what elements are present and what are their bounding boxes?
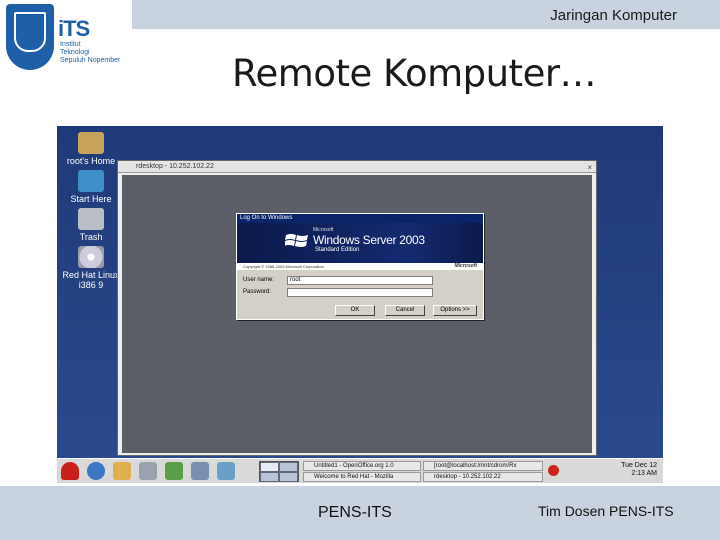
workspace-3[interactable] [260, 472, 279, 482]
rdesktop-titlebar[interactable]: rdesktop - 10.252.102.22 × [118, 161, 596, 173]
rdesktop-title: rdesktop - 10.252.102.22 [136, 163, 214, 170]
product-edition: Standard Edition [315, 247, 360, 253]
slide-page: iTS Institut Teknologi Sepuluh Nopember … [0, 0, 720, 540]
cancel-button[interactable]: Cancel [385, 305, 425, 316]
slide-title: Remote Komputer… [232, 52, 597, 95]
windows-server-banner: Microsoft Windows Server 2003 Standard E… [237, 223, 483, 263]
its-logo: iTS Institut Teknologi Sepuluh Nopember [4, 2, 132, 74]
logo-name: iTS [58, 16, 90, 41]
product-name: Windows Server 2003 [313, 233, 425, 247]
its-seal-icon [6, 4, 54, 70]
cdrom-icon [78, 246, 104, 268]
password-field[interactable] [287, 288, 433, 297]
ok-button[interactable]: OK [335, 305, 375, 316]
task-rdesktop[interactable]: rdesktop - 10.252.102.22 [423, 472, 543, 482]
copyright-strip: Copyright © 1985-2003 Microsoft Corporat… [237, 263, 483, 270]
presentation-icon[interactable] [165, 462, 183, 480]
update-alert-icon[interactable] [548, 465, 559, 476]
task-mozilla[interactable]: Welcome to Red Hat - Mozilla [303, 472, 421, 482]
logo-subtitle: Institut Teknologi Sepuluh Nopember [60, 41, 121, 64]
taskbar: Untitled1 - OpenOffice.org 1.0 [root@loc… [57, 458, 663, 483]
desktop-icon-start-here[interactable]: Start Here [59, 170, 123, 204]
password-label: Password: [243, 289, 272, 295]
spreadsheet-icon[interactable] [191, 462, 209, 480]
footer-band: PENS-ITS Tim Dosen PENS-ITS [0, 486, 720, 540]
workspace-1[interactable] [260, 462, 279, 472]
writer-icon[interactable] [139, 462, 157, 480]
browser-icon[interactable] [87, 462, 105, 480]
clock[interactable]: Tue Dec 12 2:13 AM [621, 462, 657, 478]
desktop-icon-home[interactable]: root's Home [59, 132, 123, 166]
trash-icon [78, 208, 104, 230]
desktop-screenshot: root's Home Start Here Trash Red Hat Lin… [57, 126, 663, 483]
microsoft-logo: Microsoft [454, 263, 478, 269]
course-title: Jaringan Komputer [550, 7, 677, 24]
logon-dialog-title: Log On to Windows [237, 214, 483, 223]
start-here-icon [78, 170, 104, 192]
home-folder-icon [78, 132, 104, 154]
redhat-menu-icon[interactable] [61, 462, 79, 480]
remote-desktop-area: Log On to Windows Microsoft Windows Serv… [122, 175, 592, 453]
workspace-4[interactable] [279, 472, 298, 482]
email-icon[interactable] [113, 462, 131, 480]
logon-dialog: Log On to Windows Microsoft Windows Serv… [236, 213, 484, 320]
username-label: User name: [243, 277, 275, 283]
task-list: Untitled1 - OpenOffice.org 1.0 [root@loc… [303, 461, 543, 482]
workspace-2[interactable] [279, 462, 298, 472]
username-field[interactable]: root [287, 276, 433, 285]
workspace-pager[interactable] [259, 461, 299, 482]
task-terminal[interactable]: [root@localhost:/mnt/cdrom/Rx [423, 461, 543, 471]
options-button[interactable]: Options >> [433, 305, 477, 316]
footer-center-text: PENS-ITS [318, 504, 392, 521]
task-openoffice[interactable]: Untitled1 - OpenOffice.org 1.0 [303, 461, 421, 471]
windows-flag-icon [285, 234, 308, 247]
close-icon[interactable]: × [587, 162, 592, 173]
printer-icon[interactable] [217, 462, 235, 480]
desktop-icon-cdrom[interactable]: Red Hat Linux i386 9 [59, 246, 123, 290]
footer-right-text: Tim Dosen PENS-ITS [538, 503, 674, 519]
header-band: Jaringan Komputer [132, 0, 720, 29]
desktop-icon-trash[interactable]: Trash [59, 208, 123, 242]
rdesktop-window: rdesktop - 10.252.102.22 × Log On to Win… [117, 160, 597, 456]
